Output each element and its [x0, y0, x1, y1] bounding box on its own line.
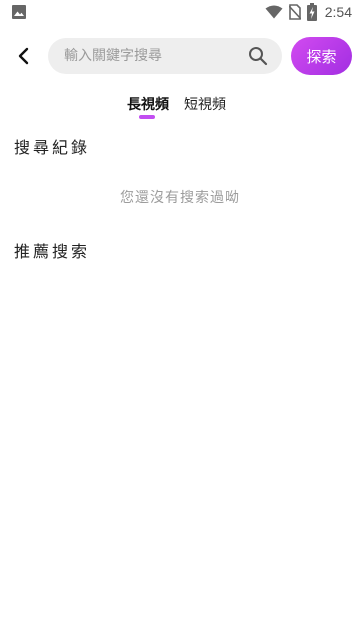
search-input[interactable] [64, 38, 244, 74]
search-history-title: 搜尋紀錄 [14, 138, 91, 157]
tab-long-video[interactable]: 長視頻 [127, 94, 169, 114]
gallery-icon [12, 5, 26, 19]
status-bar: 2:54 [0, 0, 360, 24]
battery-charging-icon [306, 3, 317, 21]
search-icon[interactable] [248, 46, 268, 66]
back-arrow-icon[interactable] [12, 44, 36, 68]
status-icons: 2:54 [265, 3, 352, 21]
video-tabs: 長視頻 短視頻 [0, 92, 360, 124]
search-field[interactable] [48, 38, 282, 74]
history-empty-message: 您還沒有搜索過呦 [120, 190, 240, 206]
explore-button[interactable]: 探索 [291, 37, 352, 75]
search-bar: 探索 [0, 36, 360, 76]
recommended-search-title: 推薦搜索 [14, 242, 91, 261]
wifi-icon [265, 5, 283, 19]
tab-short-video[interactable]: 短視頻 [184, 94, 226, 114]
active-tab-indicator [139, 115, 155, 119]
clock: 2:54 [324, 4, 352, 20]
no-sim-icon [288, 4, 301, 20]
